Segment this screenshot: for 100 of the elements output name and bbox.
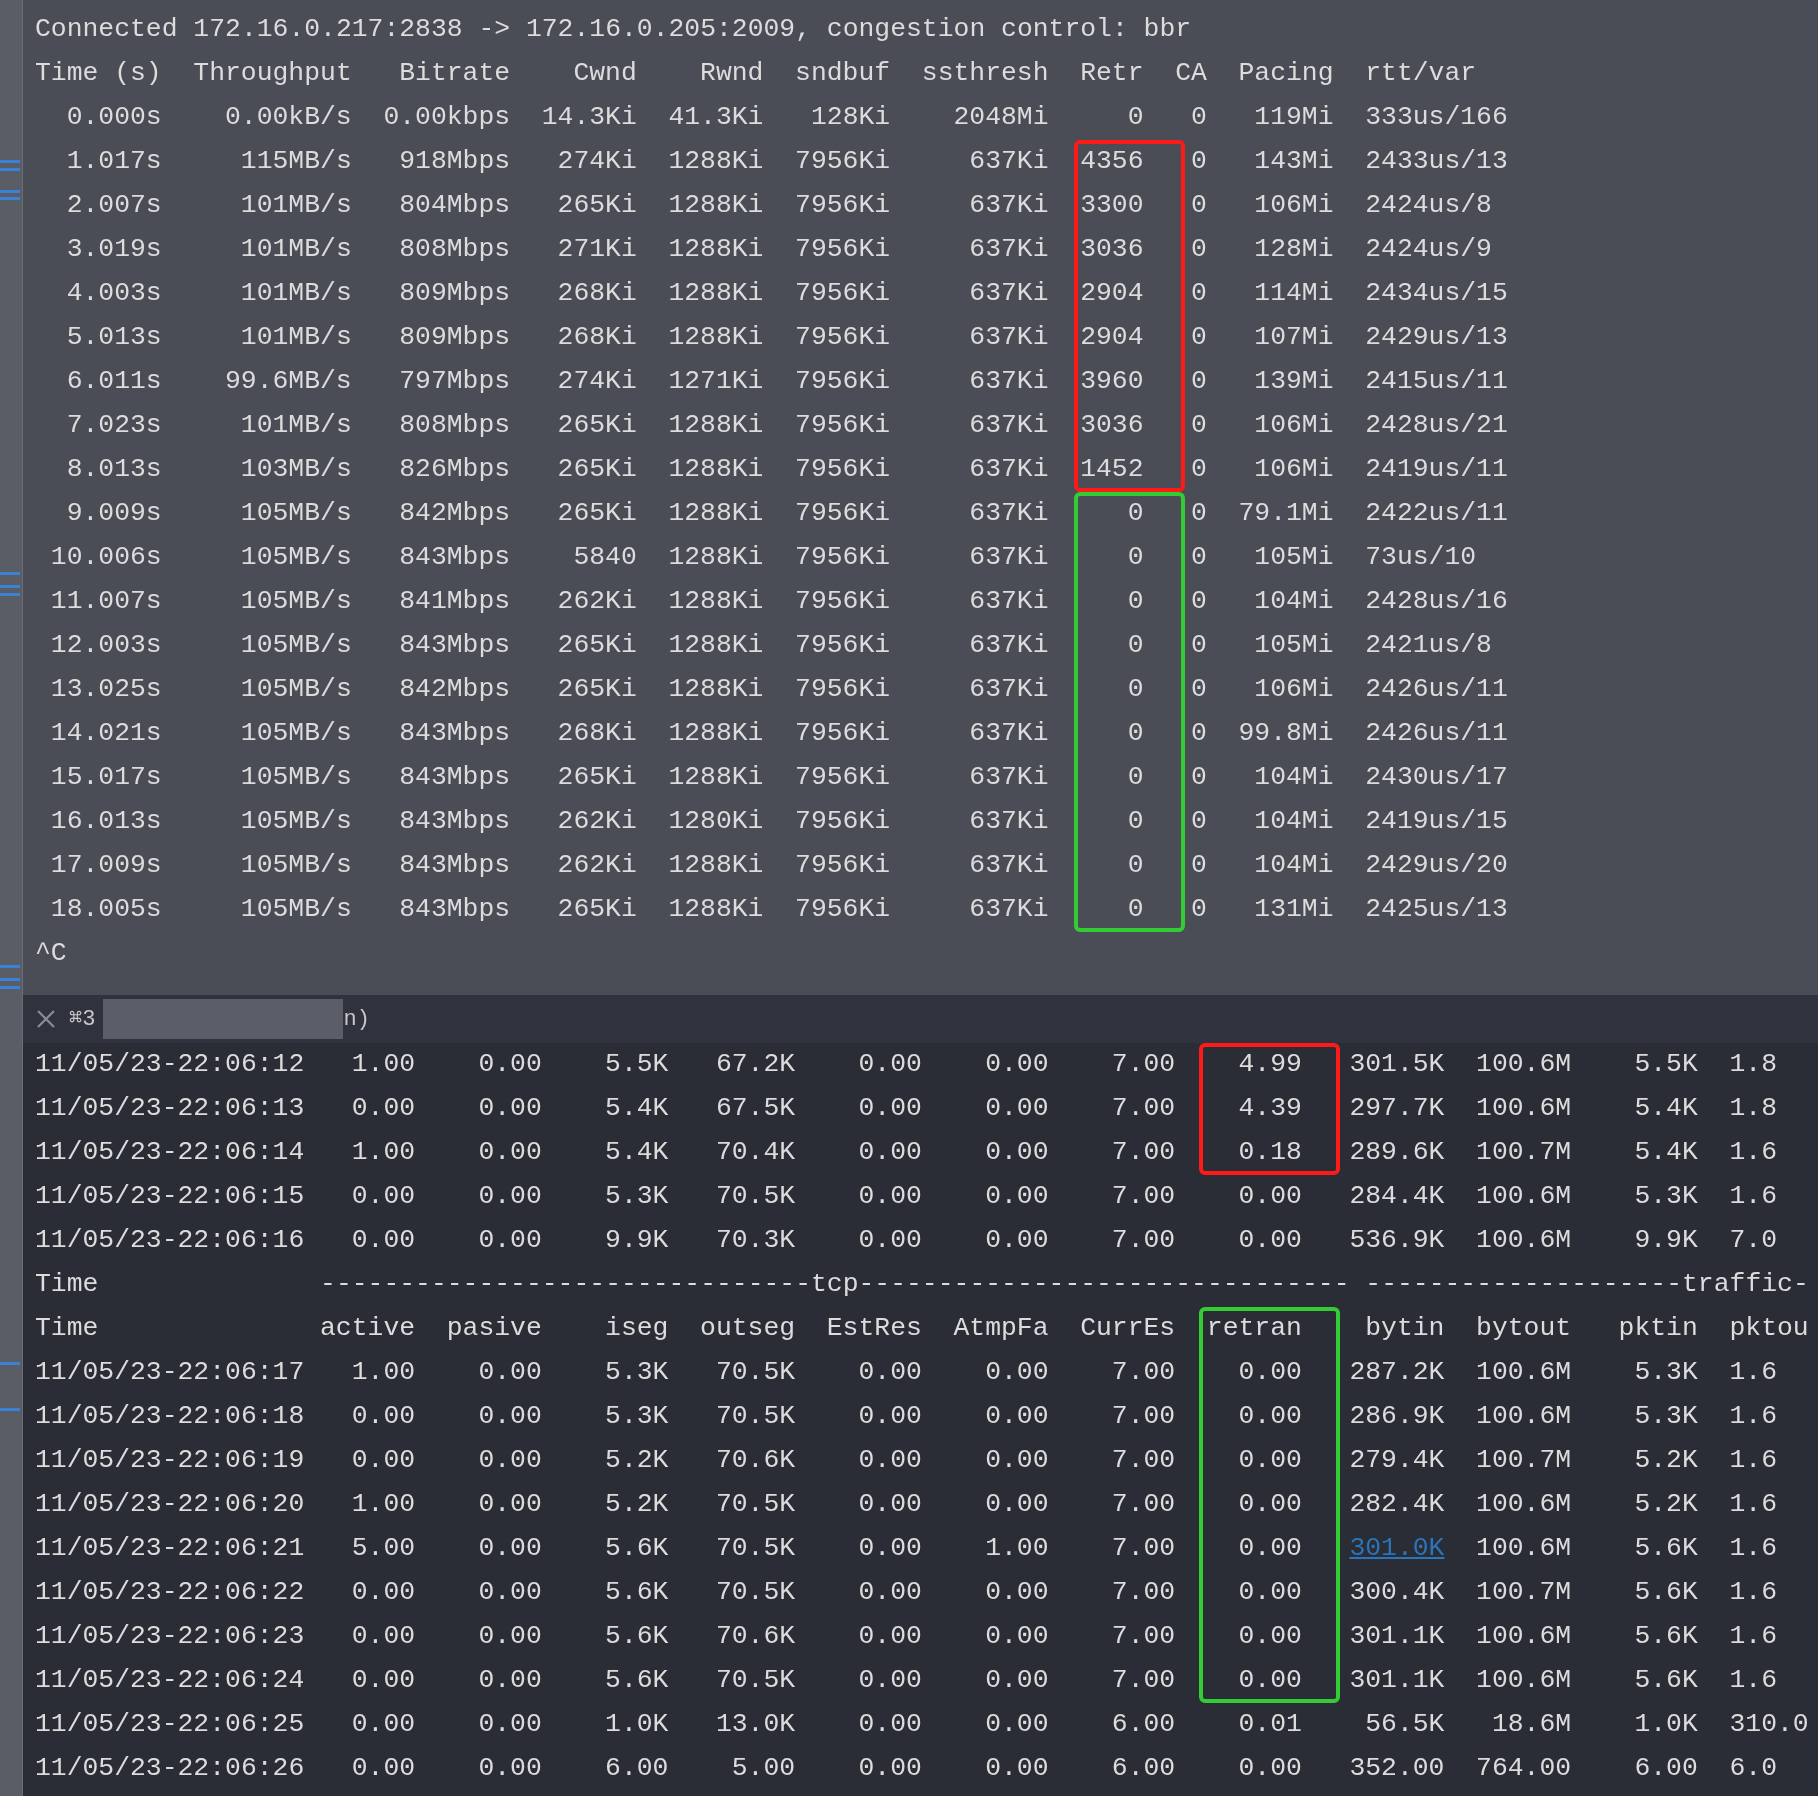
table-cell-text: 2048Mi — [952, 101, 1049, 135]
table-cell-text: 106Mi — [1253, 409, 1334, 443]
table-cell-text: 0 — [1190, 585, 1207, 619]
table-cell-text: 5.6K — [604, 1620, 669, 1654]
scroll-marker — [0, 965, 20, 968]
table-cell-text: 0 — [1190, 629, 1207, 663]
table-cell-text: 105MB/s — [239, 629, 352, 663]
table-cell-text: 11/05/23-22:06:21 — [35, 1532, 305, 1566]
table-cell-text: 1288Ki — [667, 629, 764, 663]
tab-shortcut: ⌘3 — [69, 1005, 96, 1034]
table-cell-text: 9.9K — [604, 1224, 669, 1258]
table-cell-text: 11/05/23-22:06:26 — [35, 1752, 305, 1786]
table-cell-text: 274Ki — [556, 145, 637, 179]
table-cell-text: 139Mi — [1253, 365, 1334, 399]
table-cell-text: 7956Ki — [794, 189, 891, 223]
table-cell-text: 286.9K — [1348, 1400, 1445, 1434]
table-cell-text: 0 — [1190, 805, 1207, 839]
table-cell-text: 0.00 — [477, 1708, 542, 1742]
table-cell-text: 7956Ki — [794, 629, 891, 663]
connection-line: Connected 172.16.0.217:2838 -> 172.16.0.205:2009, congestion control: bbr — [35, 13, 1192, 47]
table-cell-text: 103MB/s — [239, 453, 352, 487]
link[interactable]: 301.0K — [1301, 1529, 1445, 1569]
table-cell-text: 0.00 — [350, 1576, 416, 1610]
table-cell-text: 0.00 — [984, 1400, 1049, 1434]
table-cell-text: 637Ki — [968, 409, 1049, 443]
scroll-marker — [0, 593, 20, 596]
table-cell-text: 1288Ki — [667, 189, 764, 223]
table-cell-text: 808Mbps — [398, 233, 511, 267]
table-cell-text: 0 — [1190, 321, 1207, 355]
table-cell-text: 1288Ki — [667, 145, 764, 179]
table-cell-text: 5.2K — [604, 1444, 669, 1478]
table-cell-text: 105Mi — [1253, 629, 1334, 663]
column-header: Time — [35, 1268, 100, 1302]
table-cell-text: 1280Ki — [667, 805, 764, 839]
close-icon[interactable] — [35, 1008, 57, 1030]
table-cell-text: 536.9K — [1348, 1224, 1445, 1258]
table-cell-text: 0 — [1126, 101, 1144, 135]
table-cell-text: 131Mi — [1253, 893, 1334, 927]
table-cell-text: 0.00 — [1237, 1180, 1302, 1214]
table-cell-text: 2430us/17 — [1365, 761, 1508, 795]
table-cell-text: 3.019s — [65, 233, 162, 267]
table-cell-text: 11/05/23-22:06:19 — [35, 1444, 305, 1478]
table-cell-text: 7.023s — [65, 409, 162, 443]
table-cell-text: 333us/166 — [1365, 101, 1508, 135]
table-cell-text: 0.00 — [477, 1356, 542, 1390]
table-cell-text: 2419us/11 — [1365, 453, 1508, 487]
table-cell-text: 0.00 — [1237, 1752, 1302, 1786]
table-cell-text: 0.00 — [857, 1576, 922, 1610]
table-cell-text: 279.4K — [1348, 1444, 1445, 1478]
table-cell-text: 1.6 — [1729, 1532, 1777, 1566]
table-cell-text: 4.99 — [1237, 1048, 1302, 1082]
table-cell-text: 0 — [1190, 541, 1207, 575]
table-cell-text: 11/05/23-22:06:25 — [35, 1708, 305, 1742]
table-cell-text: 70.5K — [714, 1180, 796, 1214]
table-cell-text: 841Mbps — [398, 585, 511, 619]
table-cell-text: 637Ki — [968, 189, 1049, 223]
table-cell-text: 7956Ki — [794, 233, 891, 267]
table-cell-text: 0.00 — [350, 1708, 416, 1742]
table-cell-text: 1.6 — [1729, 1444, 1777, 1478]
table-cell-text: 637Ki — [968, 629, 1049, 663]
table-cell-text: 13.025s — [49, 673, 162, 707]
table-cell-text: 0 — [1190, 409, 1207, 443]
column-header: CA — [1174, 57, 1207, 91]
table-cell-text: 2426us/11 — [1365, 673, 1508, 707]
table-cell-text: 114Mi — [1253, 277, 1334, 311]
table-cell-text: 70.5K — [714, 1356, 796, 1390]
scroll-marker — [0, 168, 20, 171]
table-cell-text: 9.009s — [65, 497, 162, 531]
table-cell-text: 70.5K — [714, 1400, 796, 1434]
table-cell-text: 5.013s — [65, 321, 162, 355]
table-cell-text: 4.39 — [1237, 1092, 1302, 1126]
table-cell-text: 1.00 — [350, 1356, 416, 1390]
table-cell-text: 5.00 — [730, 1752, 796, 1786]
table-cell-text: 1.6 — [1729, 1180, 1777, 1214]
table-cell-text: 0.00 — [350, 1224, 416, 1258]
table-cell-text: 5.5K — [1633, 1048, 1698, 1082]
table-cell-text: 0 — [1190, 189, 1207, 223]
table-cell-text: 3036 — [1079, 233, 1144, 267]
table-cell-text: 1.6 — [1729, 1488, 1777, 1522]
interrupt-text: ^C — [35, 937, 67, 971]
table-cell-text: 268Ki — [556, 321, 637, 355]
table-cell-text: 105MB/s — [239, 761, 352, 795]
table-cell-text: 105Mi — [1253, 541, 1334, 575]
column-header: bytin — [1364, 1312, 1445, 1346]
table-cell-text: 100.6M — [1475, 1356, 1572, 1390]
column-header: Bitrate — [398, 57, 511, 91]
table-cell-text: 11/05/23-22:06:20 — [35, 1488, 305, 1522]
table-cell-text: 0.00 — [477, 1400, 542, 1434]
table-cell-text: 10.006s — [49, 541, 162, 575]
table-cell-text: 7.00 — [1110, 1136, 1176, 1170]
column-header: iseg — [604, 1312, 669, 1346]
table-cell-text: 0 — [1190, 145, 1207, 179]
table-cell-text: 0.00 — [477, 1092, 542, 1126]
table-cell-text: 5.5K — [604, 1048, 669, 1082]
table-cell-text: 842Mbps — [398, 497, 511, 531]
table-cell-text: 105MB/s — [239, 585, 352, 619]
table-cell-text: 14.021s — [49, 717, 162, 751]
table-cell-text: 100.6M — [1475, 1488, 1572, 1522]
table-cell-text: 0.00 — [857, 1488, 922, 1522]
table-cell-text: 0.00 — [857, 1180, 922, 1214]
